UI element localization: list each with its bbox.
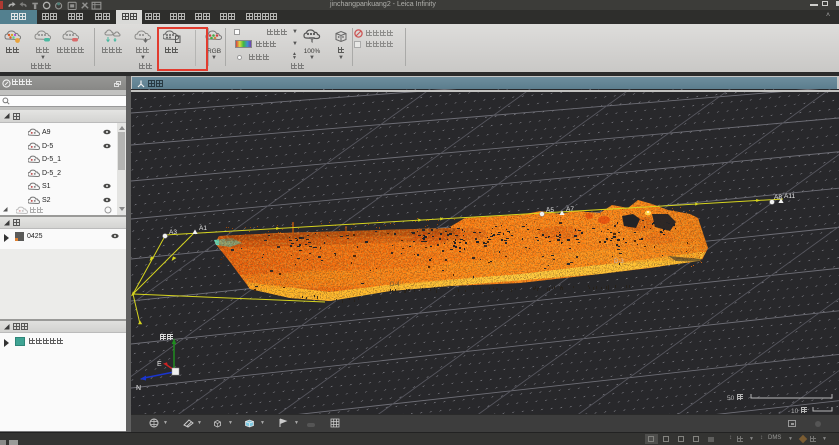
svg-text:A8: A8 (774, 194, 782, 201)
svg-text:D-3: D-3 (614, 259, 624, 265)
svg-text:A11: A11 (784, 193, 795, 200)
svg-text:A3: A3 (169, 229, 177, 236)
svg-text:A7: A7 (566, 206, 574, 213)
svg-text:N: N (136, 385, 141, 392)
svg-text:A1: A1 (199, 225, 207, 232)
svg-text:A5: A5 (546, 207, 554, 214)
svg-text:E: E (157, 361, 162, 368)
svg-text:50: 50 (727, 395, 735, 402)
svg-text:D-4: D-4 (390, 282, 400, 288)
